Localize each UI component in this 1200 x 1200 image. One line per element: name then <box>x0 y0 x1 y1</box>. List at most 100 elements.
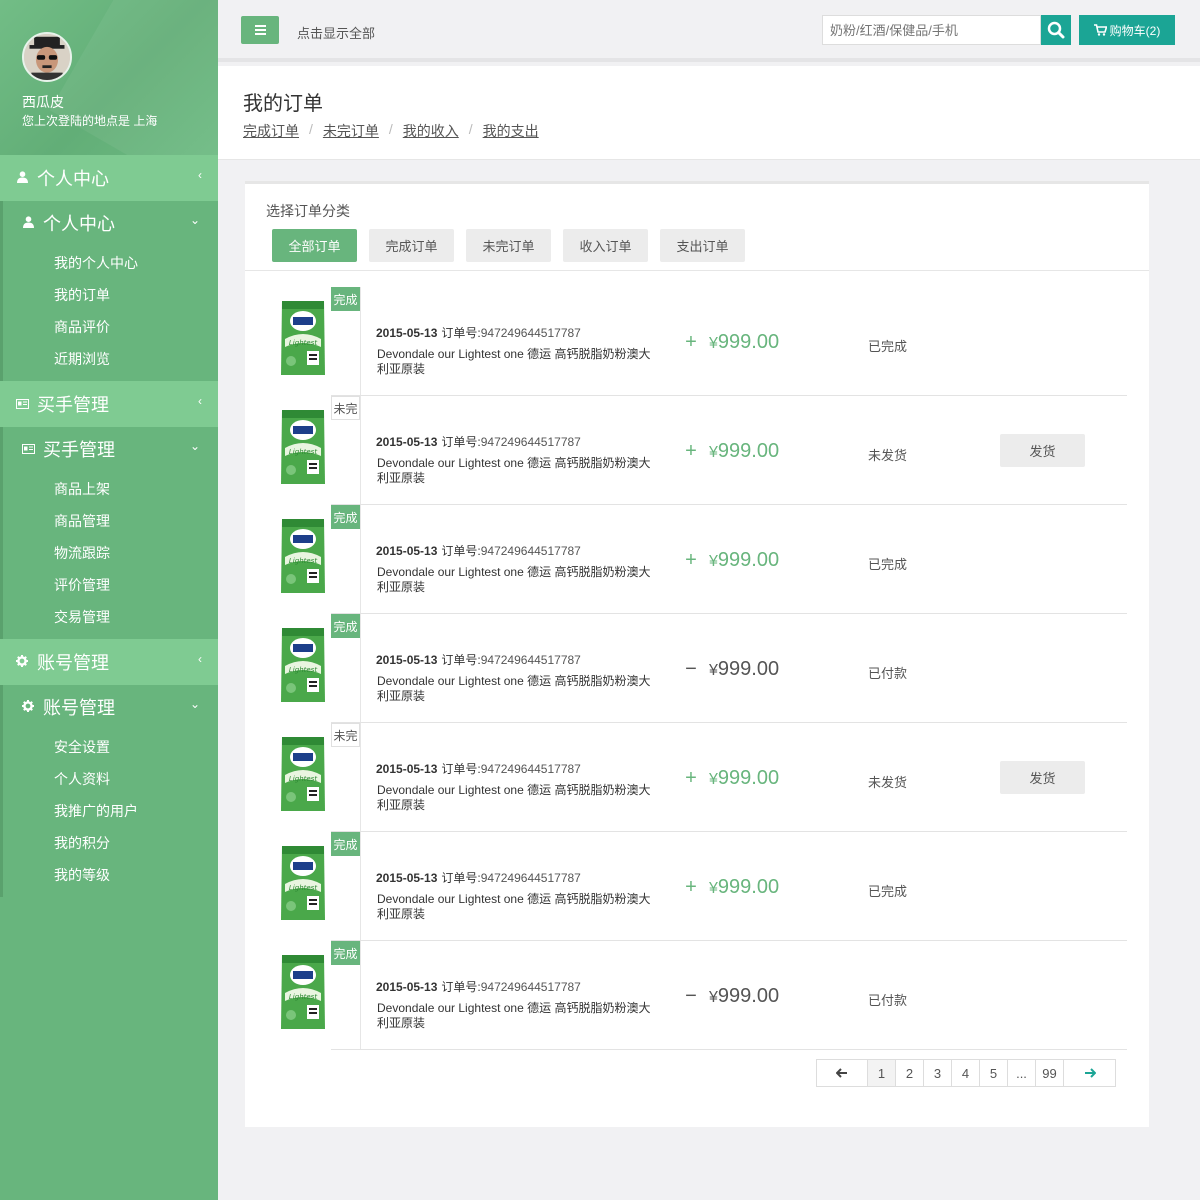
sidebar-subsection-header[interactable]: 个人中心 ⌄ <box>0 201 218 245</box>
ship-button[interactable]: 发货 <box>1000 761 1085 794</box>
order-status-badge: 完成 <box>331 505 360 529</box>
sidebar-section-title: 账号管理 <box>37 653 109 673</box>
order-date: 2015-05-13 <box>376 762 438 776</box>
product-image[interactable]: Lightest <box>279 626 327 704</box>
sidebar-item[interactable]: 个人资料 <box>3 763 218 795</box>
order-no-label: 订单号: <box>441 653 481 667</box>
order-row: Lightest 未完 2015-05-13 订单号:947249644517787 D… <box>275 396 1127 505</box>
sidebar-section-header[interactable]: 个人中心 ‹ <box>0 155 218 201</box>
sidebar-item[interactable]: 商品管理 <box>3 505 218 537</box>
cart-label: 购物车(2) <box>1109 23 1161 38</box>
menu-toggle-button[interactable] <box>241 16 279 44</box>
sidebar-item[interactable]: 我的订单 <box>3 279 218 311</box>
filter-expense-button[interactable]: 支出订单 <box>660 229 745 262</box>
chevron-left-icon: ‹ <box>198 168 202 182</box>
product-description[interactable]: Devondale our Lightest one 德运 高钙脱脂奶粉澳大利亚… <box>377 456 657 486</box>
sidebar-item[interactable]: 我的个人中心 <box>3 247 218 279</box>
product-description[interactable]: Devondale our Lightest one 德运 高钙脱脂奶粉澳大利亚… <box>377 674 657 704</box>
sidebar-item[interactable]: 商品上架 <box>3 473 218 505</box>
id-card-icon <box>21 442 35 457</box>
page-button[interactable]: 3 <box>924 1060 952 1086</box>
plus-icon: + <box>685 440 697 462</box>
sidebar-item[interactable]: 交易管理 <box>3 601 218 633</box>
product-image[interactable]: Lightest <box>279 517 327 595</box>
order-no-label: 订单号: <box>441 871 481 885</box>
product-description[interactable]: Devondale our Lightest one 德运 高钙脱脂奶粉澳大利亚… <box>377 783 657 813</box>
divider <box>360 505 361 614</box>
sidebar-section-title: 个人中心 <box>37 169 109 189</box>
sidebar-item[interactable]: 我的积分 <box>3 827 218 859</box>
amount-value: 999.00 <box>717 549 780 571</box>
sidebar-subsection-header[interactable]: 买手管理 ⌄ <box>0 427 218 471</box>
sidebar-item-list: 商品上架 商品管理 物流跟踪 评价管理 交易管理 <box>0 471 218 639</box>
ship-button[interactable]: 发货 <box>1000 434 1085 467</box>
gear-icon <box>21 699 35 715</box>
order-status-badge: 完成 <box>331 614 360 638</box>
product-image[interactable]: Lightest <box>279 408 327 486</box>
amount-value: 999.00 <box>717 985 780 1007</box>
sidebar-item[interactable]: 我推广的用户 <box>3 795 218 827</box>
breadcrumb-link[interactable]: 我的支出 <box>483 121 539 141</box>
avatar[interactable] <box>22 32 72 82</box>
sidebar-item[interactable]: 物流跟踪 <box>3 537 218 569</box>
order-status-badge: 完成 <box>331 287 360 311</box>
chevron-left-icon: ‹ <box>198 394 202 408</box>
page-button[interactable]: 99 <box>1036 1060 1064 1086</box>
sidebar-item[interactable]: 商品评价 <box>3 311 218 343</box>
sidebar-item[interactable]: 安全设置 <box>3 731 218 763</box>
filter-incomplete-button[interactable]: 未完订单 <box>466 229 551 262</box>
sidebar-item[interactable]: 近期浏览 <box>3 343 218 375</box>
sidebar-item[interactable]: 我的等级 <box>3 859 218 891</box>
svg-text:Lightest: Lightest <box>289 339 317 347</box>
breadcrumb-separator: / <box>468 121 473 137</box>
breadcrumb-separator: / <box>309 121 313 137</box>
filter-completed-button[interactable]: 完成订单 <box>369 229 454 262</box>
page-button[interactable]: 2 <box>896 1060 924 1086</box>
product-image[interactable]: Lightest <box>279 844 327 922</box>
product-image[interactable]: Lightest <box>279 299 327 377</box>
product-image[interactable]: Lightest <box>279 735 327 813</box>
product-description[interactable]: Devondale our Lightest one 德运 高钙脱脂奶粉澳大利亚… <box>377 347 657 377</box>
order-amount: ¥999.00 <box>709 985 779 1008</box>
divider <box>360 723 361 832</box>
user-icon <box>15 170 29 186</box>
product-image[interactable]: Lightest <box>279 953 327 1031</box>
order-no-label: 订单号: <box>441 544 481 558</box>
cart-button[interactable]: 购物车(2) <box>1079 15 1175 45</box>
product-description[interactable]: Devondale our Lightest one 德运 高钙脱脂奶粉澳大利亚… <box>377 1001 657 1031</box>
order-amount: ¥999.00 <box>709 331 779 354</box>
sidebar-section-header[interactable]: 账号管理 ‹ <box>0 639 218 685</box>
page-button[interactable]: 5 <box>980 1060 1008 1086</box>
sidebar-section-header[interactable]: 买手管理 ‹ <box>0 381 218 427</box>
order-date: 2015-05-13 <box>376 326 438 340</box>
svg-text:Lightest: Lightest <box>289 666 317 674</box>
product-description[interactable]: Devondale our Lightest one 德运 高钙脱脂奶粉澳大利亚… <box>377 565 657 595</box>
prev-page-button[interactable] <box>817 1060 868 1086</box>
sidebar-item[interactable]: 评价管理 <box>3 569 218 601</box>
search-button[interactable] <box>1041 15 1071 45</box>
order-status: 已付款 <box>868 993 908 1008</box>
order-no-label: 订单号: <box>441 435 481 449</box>
breadcrumb-link[interactable]: 完成订单 <box>243 121 299 141</box>
breadcrumb-link[interactable]: 未完订单 <box>323 121 379 141</box>
breadcrumb: 完成订单 / 未完订单 / 我的收入 / 我的支出 <box>243 121 539 141</box>
chevron-left-icon: ‹ <box>198 652 202 666</box>
order-meta: 2015-05-13 订单号:947249644517787 <box>376 324 581 341</box>
breadcrumb-link[interactable]: 我的收入 <box>403 121 459 141</box>
divider <box>360 941 361 1050</box>
divider <box>360 832 361 941</box>
show-all-link[interactable]: 点击显示全部 <box>297 23 375 42</box>
filter-all-button[interactable]: 全部订单 <box>272 229 357 262</box>
filter-income-button[interactable]: 收入订单 <box>563 229 648 262</box>
search-input[interactable] <box>822 15 1041 45</box>
product-description[interactable]: Devondale our Lightest one 德运 高钙脱脂奶粉澳大利亚… <box>377 892 657 922</box>
page-button[interactable]: 1 <box>868 1060 896 1086</box>
order-row: Lightest 完成 2015-05-13 订单号:947249644517787 D… <box>275 614 1127 723</box>
order-status-badge: 完成 <box>331 832 360 856</box>
sidebar-subsection-header[interactable]: 账号管理 ⌄ <box>0 685 218 729</box>
order-row: Lightest 完成 2015-05-13 订单号:947249644517787 D… <box>275 287 1127 396</box>
order-status: 已完成 <box>868 884 908 899</box>
page-button[interactable]: 4 <box>952 1060 980 1086</box>
product-thumb: Lightest <box>275 287 331 396</box>
next-page-button[interactable] <box>1064 1060 1115 1086</box>
